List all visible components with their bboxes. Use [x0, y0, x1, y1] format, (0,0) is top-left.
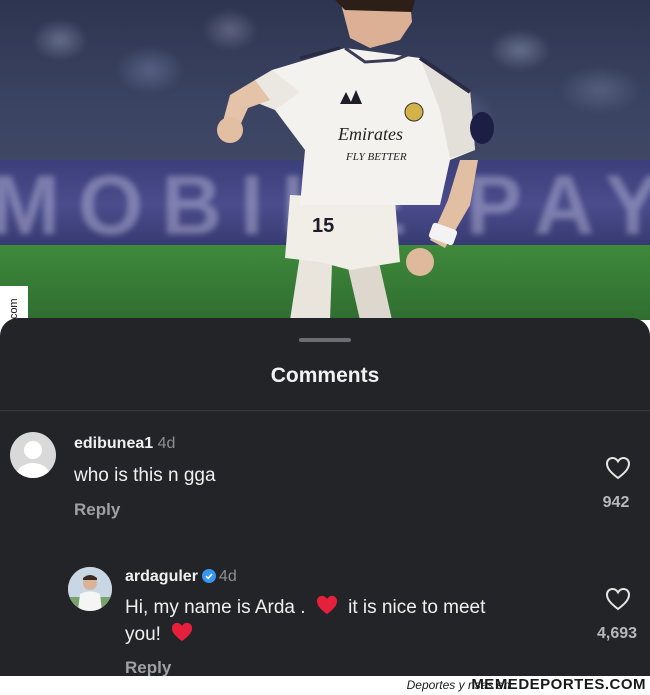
comment-username[interactable]: edibunea1 4d: [74, 435, 175, 453]
avatar[interactable]: [10, 432, 56, 478]
comments-sheet: Comments edibunea1 4d who is this n gga …: [0, 318, 650, 676]
like-heart-icon[interactable]: [605, 456, 631, 480]
divider: [0, 410, 650, 411]
comment-text: Hi, my name is Arda . it is nice to meet…: [125, 594, 585, 648]
like-count: 942: [602, 494, 630, 511]
comment-text-part: Hi, my name is Arda .: [125, 597, 306, 618]
default-avatar-icon: [16, 441, 50, 478]
jersey-sponsor: Emirates: [337, 124, 403, 144]
sheet-title: Comments: [270, 364, 380, 387]
verified-badge-icon: [201, 569, 216, 583]
username-text[interactable]: edibunea1: [74, 435, 153, 452]
like-count: 4,693: [596, 625, 638, 642]
shorts-number: 15: [312, 215, 334, 237]
red-heart-emoji-icon: [316, 595, 337, 615]
like-heart-icon[interactable]: [605, 587, 631, 611]
comment-time: 4d: [218, 568, 237, 585]
football-player: 15 Emirates FLY BETTER: [217, 0, 494, 320]
comment-text: who is this n gga: [74, 465, 216, 486]
reply-button[interactable]: Reply: [125, 658, 171, 676]
drag-handle[interactable]: [299, 338, 351, 342]
reply-button[interactable]: Reply: [74, 500, 120, 520]
post-photo: MOBILE PAY 15 Emirates FLY BETTER: [0, 0, 650, 320]
profile-photo-icon: [68, 567, 112, 611]
comment-text-part: it is nice to meet: [348, 597, 486, 618]
red-heart-emoji-icon: [172, 622, 193, 642]
comment-time: 4d: [157, 435, 176, 452]
jersey-sponsor-tagline: FLY BETTER: [345, 151, 407, 163]
username-text[interactable]: ardaguler: [125, 568, 198, 585]
comment-text-part: you!: [125, 624, 161, 645]
footer-watermark: Deportes y risas en MEMEDEPORTES.COM: [0, 676, 650, 695]
avatar[interactable]: [68, 567, 112, 611]
footer-brand: MEMEDEPORTES.COM: [471, 676, 646, 693]
comment-username[interactable]: ardaguler 4d: [125, 568, 237, 586]
